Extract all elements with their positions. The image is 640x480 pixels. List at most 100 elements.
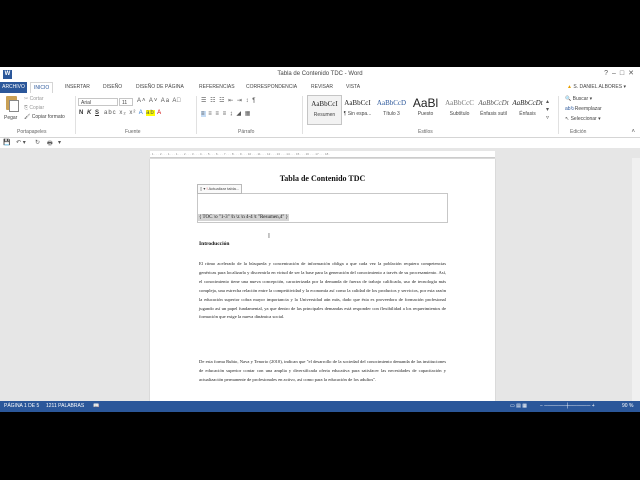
tab-insert[interactable]: INSERTAR	[65, 84, 90, 90]
text-effects-icon[interactable]: A	[139, 110, 144, 116]
section-heading: Introducción	[199, 241, 230, 247]
tab-view[interactable]: VISTA	[346, 84, 360, 90]
style-sample: AaBbCcC	[445, 99, 474, 107]
style-heading-3[interactable]: AaBbCcD Título 3	[375, 95, 408, 123]
search-icon: 🔍	[565, 96, 572, 102]
bullets-icon[interactable]: ☰	[201, 98, 207, 104]
collapse-ribbon-icon[interactable]: ˄	[631, 129, 636, 135]
horizontal-ruler[interactable]: · 1 · · · 2 · · · 1 · · · 1 · · · 2 · · …	[150, 151, 495, 158]
status-bar: PÁGINA 1 DE 5 1211 PALABRAS 📖 ▭ ▤ ▦ − ──…	[0, 401, 640, 412]
highlight-icon[interactable]: ab	[146, 110, 155, 116]
grow-font-icon[interactable]: A˄	[137, 98, 147, 104]
toc-toolbar[interactable]: ▯ ▾ ! Actualizar tabla...	[197, 184, 243, 194]
styles-group-label: Estilos	[418, 129, 433, 135]
font-size-select[interactable]: 11	[119, 98, 133, 106]
web-layout-icon[interactable]: ▦	[522, 403, 527, 409]
tab-references[interactable]: REFERENCIAS	[199, 84, 235, 90]
document-page[interactable]: Tabla de Contenido TDC ▯ ▾ ! Actualizar …	[150, 159, 495, 401]
subscript-icon[interactable]: x₂	[119, 110, 126, 116]
style-sample: AaBbCcDt	[478, 99, 509, 107]
change-case-icon[interactable]: Aa	[161, 98, 170, 104]
style-sample: AaBbCcI	[311, 100, 338, 108]
replace-icon: ab↻	[565, 106, 575, 112]
multilevel-icon[interactable]: ☳	[219, 98, 225, 104]
align-right-icon[interactable]: ≡	[215, 111, 220, 117]
zoom-level[interactable]: 90 %	[622, 401, 633, 412]
style-resumen[interactable]: AaBbCcI Resumen	[307, 95, 342, 125]
superscript-icon[interactable]: x²	[129, 110, 136, 116]
clear-format-icon[interactable]: A⃠	[172, 98, 182, 104]
style-subtitle[interactable]: AaBbCcC Subtítulo	[443, 95, 476, 123]
word-count[interactable]: 1211 PALABRAS	[46, 401, 84, 412]
page-indicator[interactable]: PÁGINA 1 DE 5	[4, 401, 39, 412]
help-icon[interactable]: ?	[604, 70, 612, 77]
qat-customize-icon[interactable]: ▾	[58, 139, 61, 146]
styles-scroll[interactable]: ▴ ▾ ▿	[546, 98, 550, 122]
line-spacing-icon[interactable]: ↨	[230, 111, 234, 117]
style-title[interactable]: AaBl Puesto	[409, 95, 442, 123]
read-mode-icon[interactable]: ▭	[510, 403, 515, 409]
proofing-icon[interactable]: 📖	[93, 401, 99, 412]
user-name: S. DANIEL ALBORES	[573, 84, 623, 90]
print-layout-icon[interactable]: ▤	[516, 403, 521, 409]
italic-button[interactable]: K	[87, 110, 91, 116]
minimize-icon[interactable]: –	[612, 70, 620, 77]
style-name: Énfasis sutil	[480, 111, 507, 117]
tab-page-layout[interactable]: DISEÑO DE PÁGINA	[136, 84, 184, 90]
maximize-icon[interactable]: □	[620, 70, 628, 77]
format-painter-button[interactable]: 🖌 Copiar formato	[24, 114, 65, 120]
user-account[interactable]: ▲ S. DANIEL ALBORES ▾	[567, 84, 626, 90]
increase-indent-icon[interactable]: ⇥	[237, 98, 243, 104]
shading-icon[interactable]: ◢	[236, 111, 242, 117]
font-size-buttons: A˄ A˅ Aa A⃠	[137, 98, 182, 104]
justify-icon[interactable]: ≡	[223, 111, 228, 117]
update-table-button[interactable]: Actualizar tabla...	[208, 186, 239, 191]
editing-group-label: Edición	[570, 129, 587, 135]
view-buttons: ▭ ▤ ▦	[510, 401, 527, 412]
tab-mailings[interactable]: CORRESPONDENCIA	[246, 84, 297, 90]
sort-icon[interactable]: ↕	[246, 98, 250, 104]
align-left-icon[interactable]: ≡	[201, 111, 206, 117]
clipboard-group-label: Portapapeles	[17, 129, 47, 135]
tab-design[interactable]: DISEÑO	[103, 84, 122, 90]
close-icon[interactable]: ✕	[628, 70, 638, 77]
select-button[interactable]: ↖ Seleccionar ▾	[565, 116, 601, 122]
redo-icon[interactable]: ↻	[35, 139, 40, 146]
window-controls: ?–□✕	[604, 69, 638, 77]
toc-doc-icon[interactable]: ▯	[200, 186, 202, 191]
zoom-slider[interactable]: − ──────┼────── +	[540, 401, 595, 412]
style-sample: AaBl	[412, 96, 439, 110]
font-family-select[interactable]: Arial	[78, 98, 118, 106]
separator	[75, 96, 76, 134]
tab-file[interactable]: ARCHIVO	[0, 82, 27, 93]
font-color-icon[interactable]: A	[157, 110, 162, 116]
copy-button[interactable]: ⎘ Copiar	[24, 105, 44, 111]
numbering-icon[interactable]: ☷	[210, 98, 216, 104]
vertical-scrollbar[interactable]	[632, 158, 640, 401]
align-center-icon[interactable]: ≡	[208, 111, 213, 117]
style-no-spacing[interactable]: AaBbCcI ¶ Sin espa...	[341, 95, 374, 123]
paste-button[interactable]: Pegar	[4, 96, 19, 121]
style-emphasis[interactable]: AaBbCcDt Énfasis	[511, 95, 544, 123]
tab-home[interactable]: INICIO	[30, 82, 54, 93]
find-button[interactable]: 🔍 Buscar ▾	[565, 96, 592, 102]
cut-button[interactable]: ✂ Cortar	[24, 96, 44, 102]
underline-button[interactable]: S	[95, 110, 99, 116]
borders-icon[interactable]: ▦	[245, 111, 252, 117]
save-icon[interactable]: 💾	[3, 139, 10, 146]
strikethrough-icon[interactable]: abc	[104, 110, 117, 116]
font-effect-buttons: abc x₂ x² A ab A	[104, 110, 162, 116]
undo-icon[interactable]: ↶ ▾	[16, 139, 26, 146]
toc-field-code[interactable]: { TOC \o "1-3" \h \z \n 4-4 \t "Resumen,…	[198, 214, 290, 221]
replace-label: Reemplazar	[574, 106, 602, 112]
replace-button[interactable]: ab↻Reemplazar	[565, 106, 602, 112]
bold-button[interactable]: N	[79, 110, 83, 116]
decrease-indent-icon[interactable]: ⇤	[228, 98, 234, 104]
style-subtle-emphasis[interactable]: AaBbCcDt Énfasis sutil	[477, 95, 510, 123]
quick-access-toolbar: 💾 ↶ ▾ ↻ 🖶 ▾	[0, 138, 640, 148]
ribbon-tabs: ARCHIVO INICIO INSERTAR DISEÑO DISEÑO DE…	[0, 82, 640, 93]
tab-review[interactable]: REVISAR	[311, 84, 333, 90]
shrink-font-icon[interactable]: A˅	[149, 98, 159, 104]
show-marks-icon[interactable]: ¶	[252, 98, 256, 104]
style-name: Resumen	[313, 112, 336, 118]
